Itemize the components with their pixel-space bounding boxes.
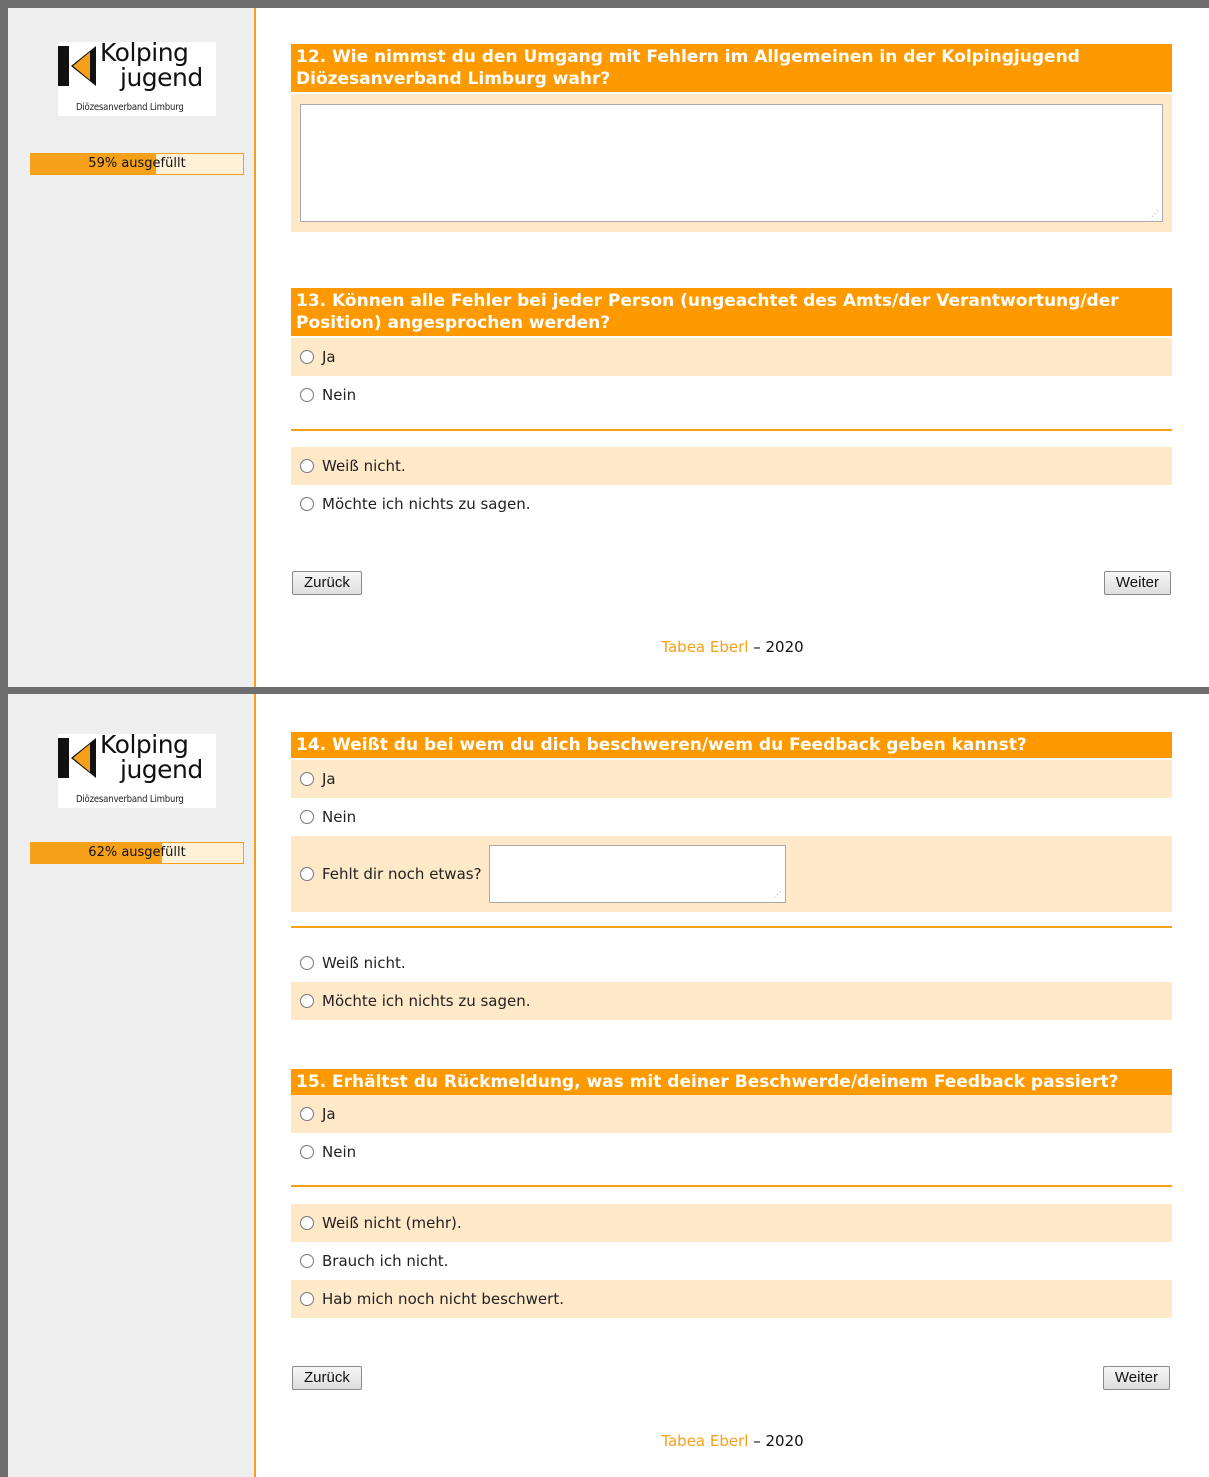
radio-icon[interactable] [300, 388, 314, 402]
option-label: Weiß nicht. [322, 954, 406, 972]
resize-grip-icon[interactable]: ⋰ [1151, 210, 1159, 218]
sidebar: Kolping jugend Diözesanverband Limburg 5… [8, 8, 256, 687]
option-label: Fehlt dir noch etwas? [322, 865, 482, 883]
option-nein[interactable]: Nein [291, 1133, 1172, 1171]
next-button[interactable]: Weiter [1102, 1366, 1170, 1390]
option-label: Möchte ich nichts zu sagen. [322, 495, 531, 513]
option-label: Brauch ich nicht. [322, 1252, 449, 1270]
radio-icon[interactable] [300, 1216, 314, 1230]
main-content: 12. Wie nimmst du den Umgang mit Fehlern… [256, 8, 1209, 687]
radio-icon[interactable] [300, 1107, 314, 1121]
option-label: Nein [322, 386, 357, 404]
footer: Tabea Eberl – 2020 [256, 1432, 1209, 1450]
radio-icon[interactable] [300, 772, 314, 786]
radio-icon[interactable] [300, 350, 314, 364]
footer-author-link[interactable]: Tabea Eberl [661, 1432, 748, 1450]
question-14-title: 14. Weißt du bei wem du dich beschweren/… [291, 732, 1172, 758]
option-label: Nein [322, 1143, 357, 1161]
option-weiss-nicht[interactable]: Weiß nicht. [291, 944, 1172, 982]
progress-bar: 62% ausgefüllt [30, 842, 244, 864]
option-nein[interactable]: Nein [291, 798, 1172, 836]
main-content: 14. Weißt du bei wem du dich beschweren/… [256, 694, 1209, 1477]
option-fehlt-noch-etwas[interactable]: Fehlt dir noch etwas? ⋰ [291, 836, 1172, 912]
progress-label: 59% ausgefüllt [88, 156, 186, 171]
divider [291, 1185, 1172, 1187]
radio-icon[interactable] [300, 956, 314, 970]
radio-icon[interactable] [300, 497, 314, 511]
survey-page-2: Kolping jugend Diözesanverband Limburg 6… [8, 694, 1209, 1477]
option-keine-angabe[interactable]: Möchte ich nichts zu sagen. [291, 485, 1172, 523]
option-keine-angabe[interactable]: Möchte ich nichts zu sagen. [291, 982, 1172, 1020]
kolping-k-mark-icon [58, 46, 96, 86]
radio-icon[interactable] [300, 994, 314, 1008]
option-brauch-ich-nicht[interactable]: Brauch ich nicht. [291, 1242, 1172, 1280]
footer-year: – 2020 [748, 638, 804, 656]
logo-subtitle: Diözesanverband Limburg [76, 102, 184, 113]
logo-line2: jugend [120, 755, 203, 784]
footer: Tabea Eberl – 2020 [256, 638, 1209, 656]
option-nein[interactable]: Nein [291, 376, 1172, 414]
option-nicht-beschwert[interactable]: Hab mich noch nicht beschwert. [291, 1280, 1172, 1318]
option-ja[interactable]: Ja [291, 1095, 1172, 1133]
radio-icon[interactable] [300, 1254, 314, 1268]
sidebar: Kolping jugend Diözesanverband Limburg 6… [8, 694, 256, 1477]
option-label: Ja [322, 348, 336, 366]
question-15-title: 15. Erhältst du Rückmeldung, was mit dei… [291, 1069, 1172, 1095]
question-13-title: 13. Können alle Fehler bei jeder Person … [291, 288, 1172, 336]
option-label: Nein [322, 808, 357, 826]
kolpingjugend-logo: Kolping jugend Diözesanverband Limburg [58, 40, 216, 116]
option-weiss-nicht-mehr[interactable]: Weiß nicht (mehr). [291, 1204, 1172, 1242]
kolpingjugend-logo: Kolping jugend Diözesanverband Limburg [58, 732, 216, 808]
logo-subtitle: Diözesanverband Limburg [76, 794, 184, 805]
option-label: Ja [322, 1105, 336, 1123]
question-12-answer-area: ⋰ [291, 94, 1172, 232]
footer-author-link[interactable]: Tabea Eberl [661, 638, 748, 656]
other-text-input[interactable]: ⋰ [488, 845, 786, 903]
divider [291, 429, 1172, 431]
radio-icon[interactable] [300, 1292, 314, 1306]
kolping-k-mark-icon [58, 738, 96, 778]
option-label: Ja [322, 770, 336, 788]
footer-year: – 2020 [748, 1432, 804, 1450]
logo-line2: jugend [120, 63, 203, 92]
option-label: Weiß nicht. [322, 457, 406, 475]
question-12-title: 12. Wie nimmst du den Umgang mit Fehlern… [291, 44, 1172, 92]
next-button[interactable]: Weiter [1103, 571, 1171, 595]
option-label: Hab mich noch nicht beschwert. [322, 1290, 564, 1308]
radio-icon[interactable] [300, 867, 314, 881]
survey-page-1: Kolping jugend Diözesanverband Limburg 5… [8, 8, 1209, 687]
back-button[interactable]: Zurück [292, 1366, 362, 1390]
question-12-textarea[interactable]: ⋰ [300, 104, 1163, 222]
option-label: Weiß nicht (mehr). [322, 1214, 462, 1232]
radio-icon[interactable] [300, 810, 314, 824]
option-label: Möchte ich nichts zu sagen. [322, 992, 531, 1010]
progress-label: 62% ausgefüllt [88, 845, 186, 860]
progress-bar: 59% ausgefüllt [30, 153, 244, 175]
radio-icon[interactable] [300, 1145, 314, 1159]
divider [291, 926, 1172, 928]
option-ja[interactable]: Ja [291, 760, 1172, 798]
resize-grip-icon[interactable]: ⋰ [774, 891, 782, 899]
back-button[interactable]: Zurück [292, 571, 362, 595]
option-ja[interactable]: Ja [291, 338, 1172, 376]
option-weiss-nicht[interactable]: Weiß nicht. [291, 447, 1172, 485]
radio-icon[interactable] [300, 459, 314, 473]
